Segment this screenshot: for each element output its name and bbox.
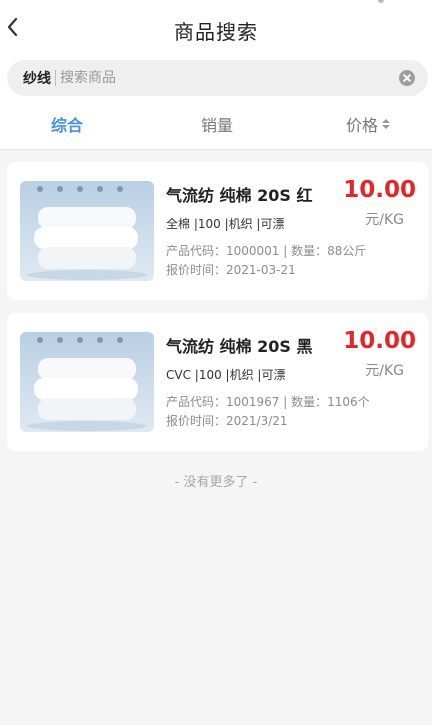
search-input[interactable]: [60, 70, 399, 86]
sort-icon: [382, 119, 390, 129]
quote-time: 报价时间：2021-03-21: [166, 263, 296, 277]
search-category-tag[interactable]: 纱线: [23, 68, 51, 88]
clear-icon[interactable]: [399, 70, 415, 86]
product-code-quantity: 产品代码：1000001 | 数量：88公斤: [166, 244, 367, 258]
product-spec: CVC |100 |机织 |可漂: [166, 368, 286, 382]
no-more-text: - 没有更多了 -: [174, 475, 258, 490]
product-image: [20, 181, 154, 281]
product-price: 10.00: [343, 328, 416, 354]
status-indicator: [378, 0, 384, 3]
product-price: 10.00: [343, 177, 416, 203]
divider: [55, 70, 56, 86]
product-card[interactable]: 气流纺 纯棉 20S 黑 CVC |100 |机织 |可漂 产品代码：10019…: [7, 313, 428, 451]
product-image: [20, 332, 154, 432]
product-code-quantity: 产品代码：1001967 | 数量：1106个: [166, 395, 370, 409]
top-bar: 商品搜索 纱线 综合 销量 价格: [0, 0, 432, 150]
product-name: 气流纺 纯棉 20S 红: [166, 186, 313, 205]
search-bar[interactable]: 纱线: [7, 60, 428, 96]
price-unit: 元/KG: [365, 212, 404, 228]
tab-label: 销量: [200, 116, 233, 135]
product-spec: 全棉 |100 |机织 |可漂: [166, 217, 285, 231]
page-title: 商品搜索: [174, 20, 258, 44]
tab-label: 价格: [345, 116, 378, 135]
tab-sales[interactable]: 销量: [177, 108, 257, 140]
tab-label: 综合: [50, 116, 83, 135]
product-card[interactable]: 气流纺 纯棉 20S 红 全棉 |100 |机织 |可漂 产品代码：100000…: [7, 162, 428, 300]
quote-time: 报价时间：2021/3/21: [166, 414, 288, 428]
sort-tabs: 综合 销量 价格: [0, 108, 432, 140]
price-unit: 元/KG: [365, 363, 404, 379]
tab-price[interactable]: 价格: [328, 108, 408, 140]
product-name: 气流纺 纯棉 20S 黑: [166, 337, 313, 356]
tab-comprehensive[interactable]: 综合: [27, 108, 107, 140]
